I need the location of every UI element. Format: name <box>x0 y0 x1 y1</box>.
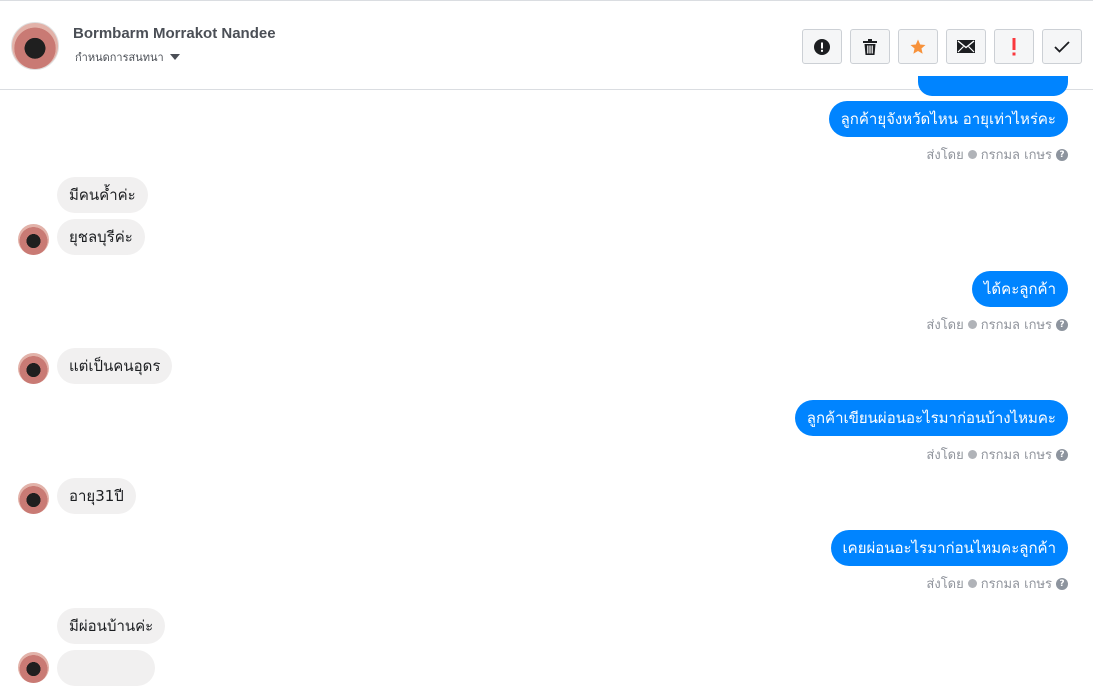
message-bubble-outgoing: ได้คะลูกค้า <box>971 271 1068 307</box>
action-toolbar <box>802 29 1082 64</box>
message-bubble-incoming: มีคนค้ำค่ะ <box>57 177 148 213</box>
trash-icon <box>863 38 877 55</box>
message-bubble-outgoing-clipped <box>918 76 1068 96</box>
help-icon[interactable]: ? <box>1056 148 1068 161</box>
help-icon[interactable]: ? <box>1056 448 1068 461</box>
help-icon[interactable]: ? <box>1056 318 1068 331</box>
sent-by-label: ส่งโดย <box>926 148 964 163</box>
sender-name[interactable]: กรกมล เกษร <box>981 444 1052 465</box>
contact-name[interactable]: Bormbarm Morrakot Nandee <box>73 25 276 42</box>
message-bubble-outgoing: ลูกค้ายุจังหวัดไหน อายุเท่าไหร่คะ <box>828 101 1068 137</box>
envelope-icon <box>957 40 975 53</box>
contact-avatar[interactable] <box>11 22 59 70</box>
sender-status-icon <box>967 150 977 159</box>
contact-avatar-small <box>18 353 49 384</box>
caret-down-icon <box>169 54 180 60</box>
sent-by-line: ส่งโดย กรกมล เกษร ? <box>926 444 1068 465</box>
assign-label: กำหนดการสนทนา <box>75 51 164 64</box>
sender-name[interactable]: กรกมล เกษร <box>981 573 1052 594</box>
sender-name[interactable]: กรกมล เกษร <box>981 314 1052 335</box>
message-bubble-outgoing: เคยผ่อนอะไรมาก่อนไหมคะลูกค้า <box>830 530 1068 566</box>
mark-unread-button[interactable] <box>946 29 986 64</box>
message-bubble-incoming: อายุ31ปี <box>57 478 136 514</box>
sent-by-line: ส่งโดย กรกมล เกษร ? <box>926 144 1068 165</box>
help-icon[interactable]: ? <box>1056 577 1068 590</box>
delete-button[interactable] <box>850 29 890 64</box>
report-spam-button[interactable] <box>802 29 842 64</box>
message-bubble-incoming-clipped <box>57 650 155 686</box>
message-bubble-incoming: มีผ่อนบ้านค่ะ <box>57 608 166 644</box>
sent-by-label: ส่งโดย <box>926 318 964 333</box>
exclamation-icon <box>1012 37 1016 55</box>
alert-circle-icon <box>814 38 830 55</box>
check-icon <box>1054 40 1070 53</box>
sender-status-icon <box>967 450 977 459</box>
follow-up-button[interactable] <box>994 29 1034 64</box>
star-button[interactable] <box>898 29 938 64</box>
assign-conversation-dropdown[interactable]: กำหนดการสนทนา <box>75 48 180 66</box>
sent-by-line: ส่งโดย กรกมล เกษร ? <box>926 314 1068 335</box>
contact-avatar-small <box>18 483 49 514</box>
sender-status-icon <box>967 320 977 329</box>
message-bubble-incoming: แต่เป็นคนอุดร <box>57 348 173 384</box>
contact-avatar-small <box>18 224 49 255</box>
star-icon <box>910 39 926 54</box>
contact-avatar-small <box>18 652 49 683</box>
message-bubble-outgoing: ลูกค้าเขียนผ่อนอะไรมาก่อนบ้างไหมคะ <box>794 400 1068 436</box>
sent-by-label: ส่งโดย <box>926 448 964 463</box>
sent-by-label: ส่งโดย <box>926 577 964 592</box>
sent-by-line: ส่งโดย กรกมล เกษร ? <box>926 573 1068 594</box>
sender-name[interactable]: กรกมล เกษร <box>981 144 1052 165</box>
sender-status-icon <box>967 579 977 588</box>
mark-done-button[interactable] <box>1042 29 1082 64</box>
message-bubble-incoming: ยุชลบุรีค่ะ <box>57 219 145 255</box>
